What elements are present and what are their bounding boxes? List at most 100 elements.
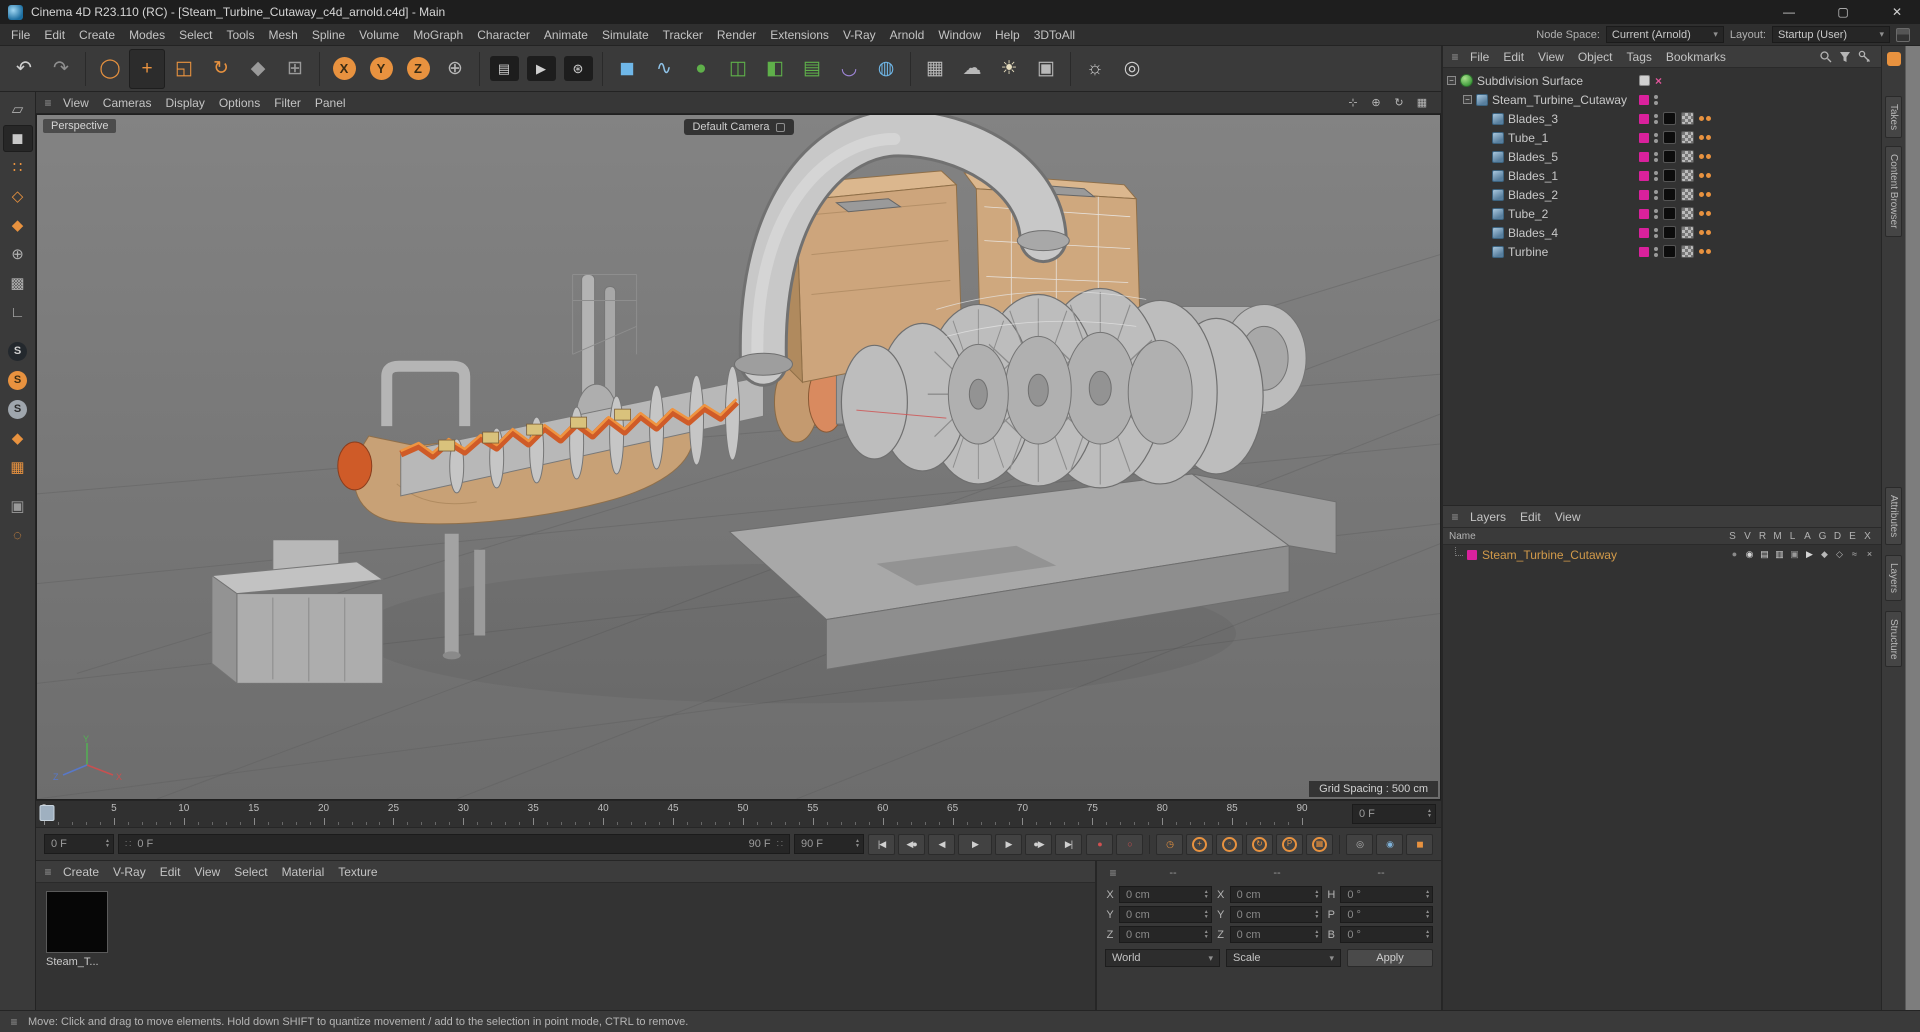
spinner-down-icon[interactable]: ▼ — [1425, 894, 1430, 900]
menu-modes[interactable]: Modes — [122, 24, 172, 46]
render-view-button[interactable]: ▤ — [486, 49, 522, 89]
floor-button[interactable]: ▦ — [917, 49, 953, 89]
layer-g-icon[interactable]: ◆ — [1817, 550, 1832, 559]
dynamic-guides-button[interactable]: ◌ — [3, 522, 33, 549]
play-button[interactable]: ▶ — [958, 833, 992, 855]
panel-tab-layers[interactable]: Layers — [1885, 554, 1902, 601]
node-space-select[interactable]: Current (Arnold) ▾ — [1605, 26, 1724, 43]
boolean-button[interactable]: ◧ — [757, 49, 793, 89]
interface-icon[interactable] — [1896, 27, 1910, 42]
uvw-tag-icon[interactable] — [1681, 188, 1694, 201]
snap-settings-button[interactable]: S — [3, 396, 33, 423]
pen-tool-button[interactable]: ∿ — [646, 49, 682, 89]
visibility-dots-icon[interactable] — [1654, 170, 1658, 181]
snap-on-button[interactable]: S — [3, 367, 33, 394]
panel-tab-content-browser[interactable]: Content Browser — [1885, 146, 1902, 237]
spinner-down-icon[interactable]: ▼ — [1314, 914, 1319, 920]
toggle-view-icon[interactable]: ▦ — [1413, 95, 1431, 111]
material-tag-icon[interactable] — [1663, 112, 1676, 125]
menu-extensions[interactable]: Extensions — [763, 24, 836, 46]
next-key-button[interactable]: ●▶ — [1025, 833, 1052, 855]
coordinate-field[interactable]: 0 ° ▲ ▼ — [1340, 906, 1434, 923]
menu-arnold[interactable]: Arnold — [883, 24, 932, 46]
key-scale-button[interactable]: ▫ — [1216, 833, 1243, 855]
coordinate-field[interactable]: 0 cm ▲ ▼ — [1119, 886, 1212, 903]
menu-character[interactable]: Character — [470, 24, 537, 46]
spinner-down-icon[interactable]: ▼ — [105, 844, 110, 849]
minimize-button[interactable]: — — [1766, 0, 1812, 24]
keyframe-cube-button[interactable]: ◼ — [1406, 833, 1433, 855]
motion-preview-button[interactable]: ◉ — [1376, 833, 1403, 855]
visibility-dots-icon[interactable] — [1654, 113, 1658, 124]
array-button[interactable]: ◫ — [720, 49, 756, 89]
spinner-icon[interactable]: ▲ ▼ — [1425, 889, 1430, 900]
object-row[interactable]: Turbine — [1443, 242, 1881, 261]
layer-color-chip[interactable] — [1639, 208, 1649, 219]
recent-tools-button[interactable]: ◆ — [240, 49, 276, 89]
menu-3dtoall[interactable]: 3DToAll — [1027, 24, 1082, 46]
object-row[interactable]: − Steam_Turbine_Cutaway — [1443, 90, 1881, 109]
hamburger-icon[interactable]: ≡ — [1447, 50, 1463, 64]
object-row[interactable]: Blades_3 — [1443, 109, 1881, 128]
phong-tag-icon[interactable] — [1699, 249, 1711, 254]
menu-window[interactable]: Window — [931, 24, 988, 46]
snap-off-button[interactable]: S — [3, 338, 33, 365]
projection-label[interactable]: Perspective — [43, 119, 117, 133]
enabled-toggle-icon[interactable] — [1639, 75, 1650, 86]
coordinate-field[interactable]: 0 ° ▲ ▼ — [1340, 886, 1434, 903]
spinner-icon[interactable]: ▲ ▼ — [1425, 909, 1430, 920]
coordinate-field[interactable]: 0 cm ▲ ▼ — [1119, 926, 1212, 943]
hamburger-icon[interactable]: ≡ — [40, 96, 56, 110]
deformer-button[interactable]: ◡ — [831, 49, 867, 89]
menu-select[interactable]: Select — [172, 24, 219, 46]
object-row[interactable]: Tube_2 — [1443, 204, 1881, 223]
layers-menu-layers[interactable]: Layers — [1463, 506, 1513, 528]
viewport-canvas[interactable] — [37, 115, 1440, 799]
dock-icon[interactable] — [1886, 52, 1901, 66]
coordinate-field[interactable]: 0 cm ▲ ▼ — [1119, 906, 1212, 923]
visibility-dots-icon[interactable] — [1654, 208, 1658, 219]
key-rotation-button[interactable]: ↻ — [1246, 833, 1273, 855]
spinner-icon[interactable]: ▲ ▼ — [1204, 909, 1209, 920]
spinner-down-icon[interactable]: ▼ — [1314, 894, 1319, 900]
material-tag-icon[interactable] — [1663, 245, 1676, 258]
phong-tag-icon[interactable] — [1699, 154, 1711, 159]
object-manager-menu-tags[interactable]: Tags — [1620, 46, 1659, 68]
hamburger-icon[interactable]: ≡ — [40, 865, 56, 879]
material-tag-icon[interactable] — [1663, 207, 1676, 220]
menu-file[interactable]: File — [4, 24, 37, 46]
hamburger-icon[interactable]: ≡ — [1105, 866, 1121, 880]
coordinate-field[interactable]: 0 cm ▲ ▼ — [1229, 926, 1323, 943]
uvw-tag-icon[interactable] — [1681, 207, 1694, 220]
slider-grip-icon[interactable]: ∷ — [125, 839, 131, 850]
next-frame-button[interactable]: ▶ — [995, 833, 1022, 855]
panel-tab-structure[interactable]: Structure — [1885, 610, 1902, 668]
material-tag-icon[interactable] — [1663, 169, 1676, 182]
object-label[interactable]: Blades_4 — [1508, 226, 1558, 240]
menu-spline[interactable]: Spline — [305, 24, 352, 46]
autokeying-button[interactable]: ○ — [1116, 833, 1143, 855]
object-label[interactable]: Steam_Turbine_Cutaway — [1492, 93, 1627, 107]
volume-button[interactable]: ◍ — [868, 49, 904, 89]
phong-tag-icon[interactable] — [1699, 116, 1711, 121]
menu-mesh[interactable]: Mesh — [261, 24, 304, 46]
object-label[interactable]: Turbine — [1508, 245, 1548, 259]
pan-view-icon[interactable]: ⊹ — [1344, 95, 1362, 111]
layer-color-chip[interactable] — [1639, 246, 1649, 257]
material-tag-icon[interactable] — [1663, 150, 1676, 163]
phong-tag-icon[interactable] — [1699, 135, 1711, 140]
object-label[interactable]: Blades_2 — [1508, 188, 1558, 202]
quantize-button[interactable]: ◆ — [3, 425, 33, 452]
layers-menu-view[interactable]: View — [1548, 506, 1588, 528]
visibility-dots-icon[interactable] — [1654, 151, 1658, 162]
layer-color-chip[interactable] — [1639, 227, 1649, 238]
turbine-model[interactable] — [210, 115, 1337, 704]
make-editable-button[interactable]: ▱ — [3, 96, 33, 123]
material-swatch[interactable] — [46, 891, 108, 953]
ruler-frame-field[interactable]: 0 F ▲ ▼ — [1352, 804, 1436, 824]
render-settings-button[interactable]: ⊛ — [560, 49, 596, 89]
visibility-dots-icon[interactable] — [1654, 189, 1658, 200]
menu-help[interactable]: Help — [988, 24, 1027, 46]
spinner-icon[interactable]: ▲ ▼ — [1314, 909, 1319, 920]
object-label[interactable]: Tube_2 — [1508, 207, 1548, 221]
